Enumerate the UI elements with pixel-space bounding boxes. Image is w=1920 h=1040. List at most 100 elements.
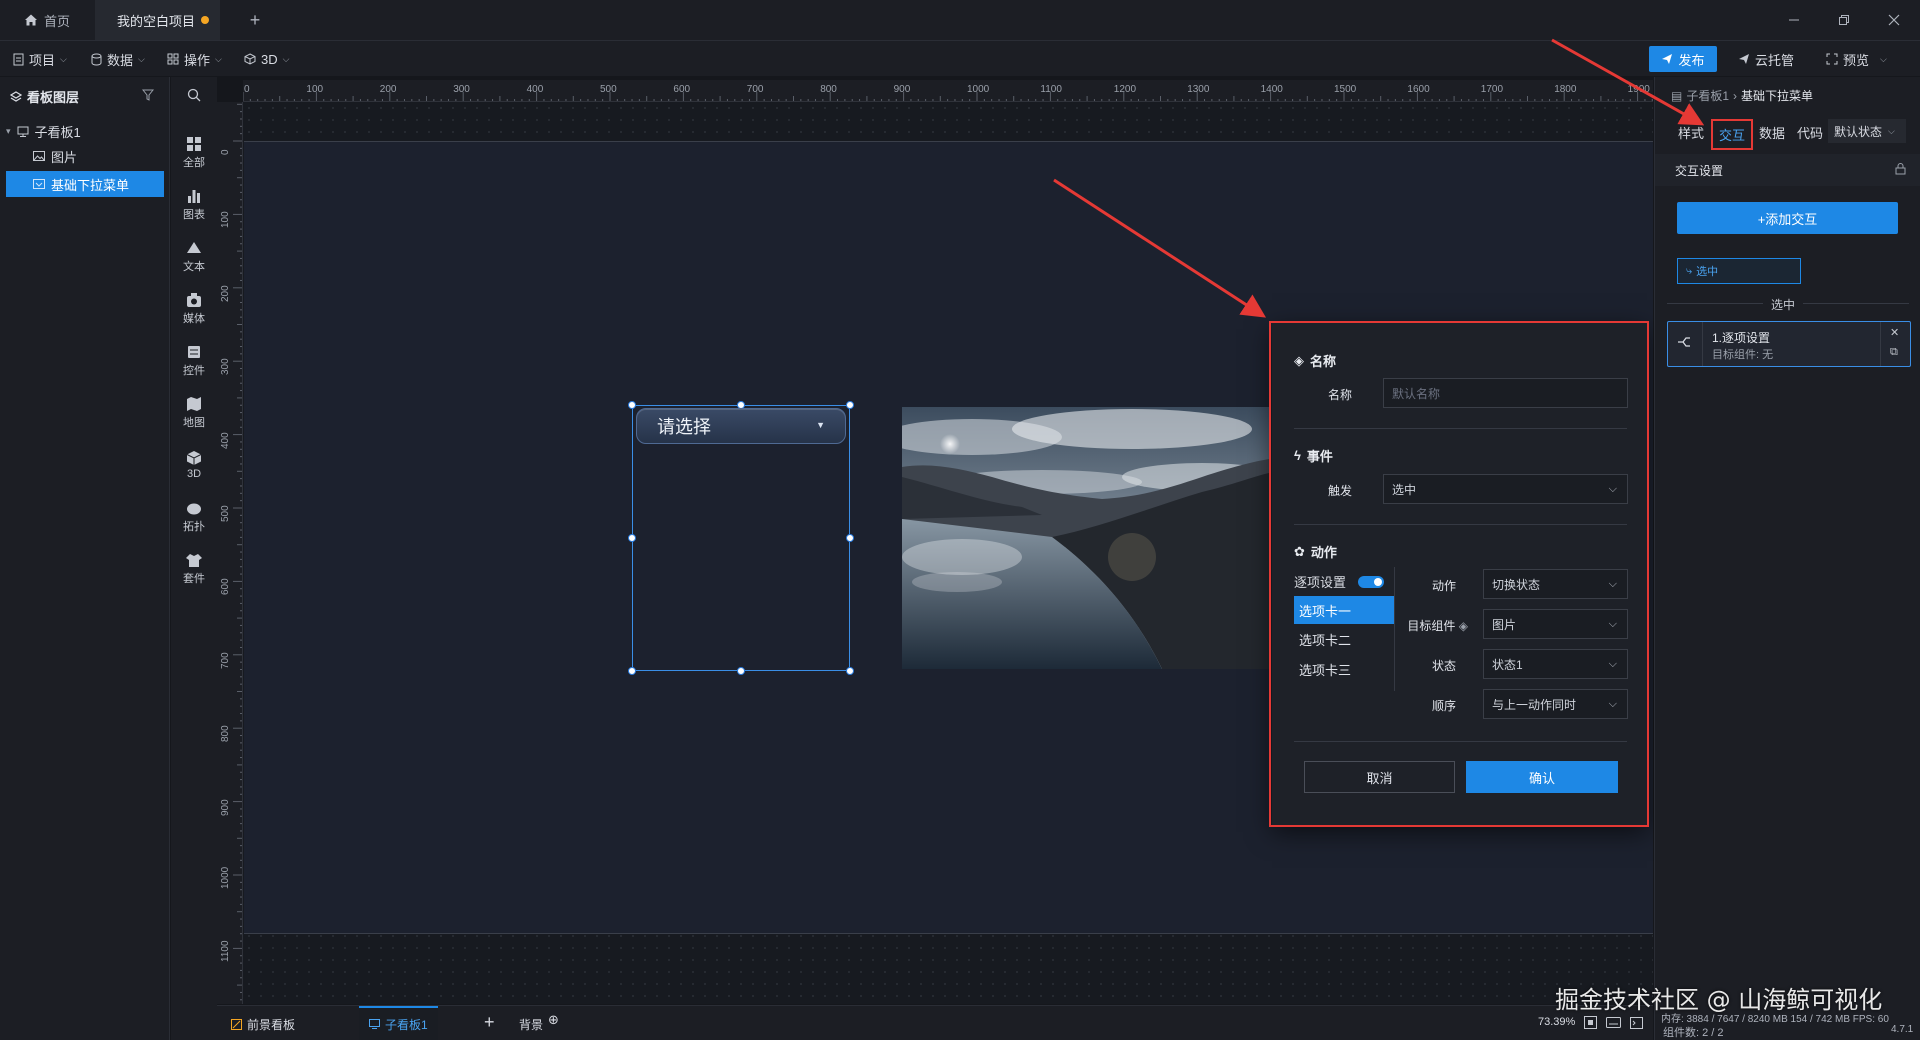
chevron-down-icon: ⌵ bbox=[1608, 698, 1617, 710]
dropdown-component[interactable]: 请选择 ▼ bbox=[636, 408, 846, 444]
action-icon: ✿ bbox=[1294, 543, 1305, 559]
add-interaction-button[interactable]: +添加交互 bbox=[1677, 202, 1898, 234]
action-select[interactable]: 切换状态 ⌵ bbox=[1483, 569, 1628, 599]
card-subtitle: 目标组件: 无 bbox=[1712, 349, 1774, 361]
tab-home[interactable]: 首页 bbox=[14, 0, 94, 40]
restore-icon bbox=[1839, 15, 1849, 25]
selection-frame[interactable] bbox=[628, 401, 854, 675]
tool-all[interactable]: 全部 bbox=[171, 130, 217, 176]
cancel-button[interactable]: 取消 bbox=[1304, 761, 1455, 793]
trigger-select[interactable]: 选中 ⌵ bbox=[1383, 474, 1628, 504]
publish-label: 发布 bbox=[1678, 52, 1705, 68]
ruler-horizontal: 0 100 200 300 400 500 600 700 800 900 1000 1100 1200… bbox=[243, 80, 1653, 102]
properties-panel: ▤ 子看板1 › 基础下拉菜单 样式 交互 数据 代码 默认状态 ⌵ 交互设置 … bbox=[1654, 77, 1920, 1040]
event-chip[interactable]: ⤷ 选中 bbox=[1677, 258, 1801, 284]
section-action: ✿ 动作 bbox=[1294, 542, 1337, 561]
ruler-label: 400 bbox=[526, 84, 544, 95]
layer-item-dropdown[interactable]: 基础下拉菜单 bbox=[6, 171, 164, 197]
minimize-button[interactable] bbox=[1784, 10, 1804, 30]
resize-handle[interactable] bbox=[628, 667, 636, 675]
target-select[interactable]: 图片 ⌵ bbox=[1483, 609, 1628, 639]
filter-icon[interactable] bbox=[142, 89, 154, 101]
tab-sub-board[interactable]: 子看板1 bbox=[359, 1006, 438, 1040]
resize-handle[interactable] bbox=[628, 401, 636, 409]
layer-item-board[interactable]: ▾ 子看板1 bbox=[6, 118, 164, 144]
publish-button[interactable]: 发布 bbox=[1649, 46, 1717, 72]
tool-3d[interactable]: 3D bbox=[171, 442, 217, 488]
grid-icon bbox=[187, 137, 201, 151]
tool-chart[interactable]: 图表 bbox=[171, 182, 217, 228]
menu-bar: 项目 ⌵ 数据 ⌵ 操作 ⌵ 3D ⌵ 发布 云托管 预览 ⌵ bbox=[0, 40, 1920, 76]
tab-foreground-label: 前景看板 bbox=[247, 1018, 296, 1032]
add-board-button[interactable]: + bbox=[484, 1012, 495, 1033]
new-tab-button[interactable]: + bbox=[240, 0, 270, 40]
zoom-level[interactable]: 73.39% bbox=[1538, 1016, 1575, 1028]
tool-topology[interactable]: 拓扑 bbox=[171, 494, 217, 540]
section-action-title: 动作 bbox=[1310, 545, 1337, 560]
close-window-button[interactable] bbox=[1884, 10, 1904, 30]
tool-map[interactable]: 地图 bbox=[171, 390, 217, 436]
restore-button[interactable] bbox=[1834, 10, 1854, 30]
image-component[interactable] bbox=[902, 407, 1269, 669]
layer-panel-header: 看板图层 bbox=[10, 87, 79, 106]
tool-label: 控件 bbox=[183, 365, 205, 377]
tool-media[interactable]: 媒体 bbox=[171, 286, 217, 332]
confirm-button[interactable]: 确认 bbox=[1466, 761, 1618, 793]
lock-icon[interactable] bbox=[1895, 162, 1906, 175]
state-select[interactable]: 状态1 ⌵ bbox=[1483, 649, 1628, 679]
ruler-label: 1000 bbox=[220, 866, 231, 889]
resize-handle[interactable] bbox=[846, 667, 854, 675]
ruler-label: 100 bbox=[220, 211, 231, 229]
tool-kit[interactable]: 套件 bbox=[171, 546, 217, 592]
terminal-icon[interactable] bbox=[1630, 1016, 1643, 1029]
ruler-label: 200 bbox=[379, 84, 397, 95]
option-item[interactable]: 选项卡二 bbox=[1294, 625, 1394, 653]
per-option-toggle[interactable] bbox=[1358, 575, 1385, 588]
order-select[interactable]: 与上一动作同时 ⌵ bbox=[1483, 689, 1628, 719]
tab-code[interactable]: 代码 bbox=[1797, 123, 1823, 142]
menu-3d[interactable]: 3D ⌵ bbox=[244, 49, 289, 69]
tool-label: 媒体 bbox=[183, 313, 205, 325]
fullscreen-icon bbox=[1826, 53, 1838, 65]
preview-button[interactable]: 预览 ⌵ bbox=[1826, 49, 1887, 69]
tab-style[interactable]: 样式 bbox=[1678, 123, 1704, 142]
layer-item-image[interactable]: 图片 bbox=[6, 143, 164, 169]
interaction-settings-title: 交互设置 bbox=[1675, 164, 1724, 178]
chevron-down-icon: ⌵ bbox=[1608, 658, 1617, 670]
option-item[interactable]: 选项卡三 bbox=[1294, 655, 1394, 683]
target-pick-icon[interactable]: ◈ bbox=[1459, 619, 1468, 633]
close-icon[interactable]: ✕ bbox=[1890, 326, 1899, 339]
interaction-card[interactable]: 1.逐项设置 目标组件: 无 ✕ ⧉ bbox=[1667, 321, 1911, 367]
resize-handle[interactable] bbox=[737, 667, 745, 675]
confirm-label: 确认 bbox=[1528, 770, 1555, 786]
cloud-hosting-button[interactable]: 云托管 bbox=[1738, 49, 1794, 69]
name-input[interactable]: 默认名称 bbox=[1383, 378, 1628, 408]
tab-project[interactable]: 我的空白项目 bbox=[95, 0, 220, 40]
breadcrumb-parent[interactable]: 子看板1 bbox=[1686, 87, 1729, 104]
menu-project[interactable]: 项目 ⌵ bbox=[13, 49, 67, 69]
keyboard-icon[interactable] bbox=[1606, 1017, 1621, 1028]
menu-data[interactable]: 数据 ⌵ bbox=[91, 49, 145, 69]
tab-data[interactable]: 数据 bbox=[1759, 123, 1785, 142]
fit-screen-icon[interactable] bbox=[1584, 1016, 1597, 1029]
menu-operate[interactable]: 操作 ⌵ bbox=[167, 49, 222, 69]
tab-foreground[interactable]: 前景看板 bbox=[231, 1016, 295, 1033]
tab-background[interactable]: 背景 ⊕ bbox=[519, 1012, 559, 1033]
bar-chart-icon bbox=[188, 190, 200, 203]
add-circle-icon[interactable]: ⊕ bbox=[548, 1012, 559, 1028]
resize-handle[interactable] bbox=[846, 534, 854, 542]
divider bbox=[1294, 741, 1627, 742]
state-selector[interactable]: 默认状态 ⌵ bbox=[1828, 119, 1906, 143]
search-icon[interactable] bbox=[187, 88, 201, 102]
copy-icon[interactable]: ⧉ bbox=[1890, 346, 1898, 359]
ruler-label: 300 bbox=[220, 358, 231, 376]
resize-handle[interactable] bbox=[846, 401, 854, 409]
tool-text[interactable]: 文本 bbox=[171, 234, 217, 280]
resize-handle[interactable] bbox=[628, 534, 636, 542]
tab-interaction[interactable]: 交互 bbox=[1711, 119, 1754, 150]
file-icon bbox=[13, 53, 24, 66]
option-item[interactable]: 选项卡一 bbox=[1294, 596, 1394, 624]
order-value: 与上一动作同时 bbox=[1492, 697, 1577, 712]
expand-icon: ▾ bbox=[6, 125, 11, 136]
tool-control[interactable]: 控件 bbox=[171, 338, 217, 384]
